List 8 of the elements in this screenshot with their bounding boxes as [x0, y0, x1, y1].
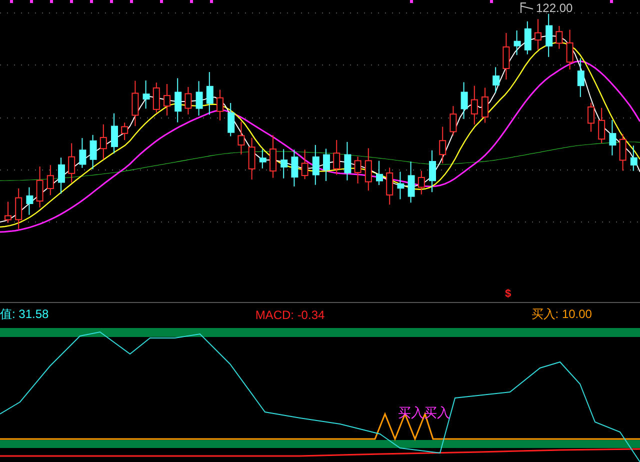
pointer-icon: [520, 2, 534, 14]
price-high-label: 122.00: [536, 1, 573, 15]
signal-marker: $: [505, 288, 512, 300]
indicator-readout: MACD: -0.34: [255, 308, 325, 322]
indicator-readout: 买入: 10.00: [531, 306, 592, 323]
buy-signal-label: 买入: [424, 404, 450, 422]
buy-signal-label: 买入: [398, 404, 424, 422]
indicator-readout: 值: 31.58: [0, 306, 49, 323]
